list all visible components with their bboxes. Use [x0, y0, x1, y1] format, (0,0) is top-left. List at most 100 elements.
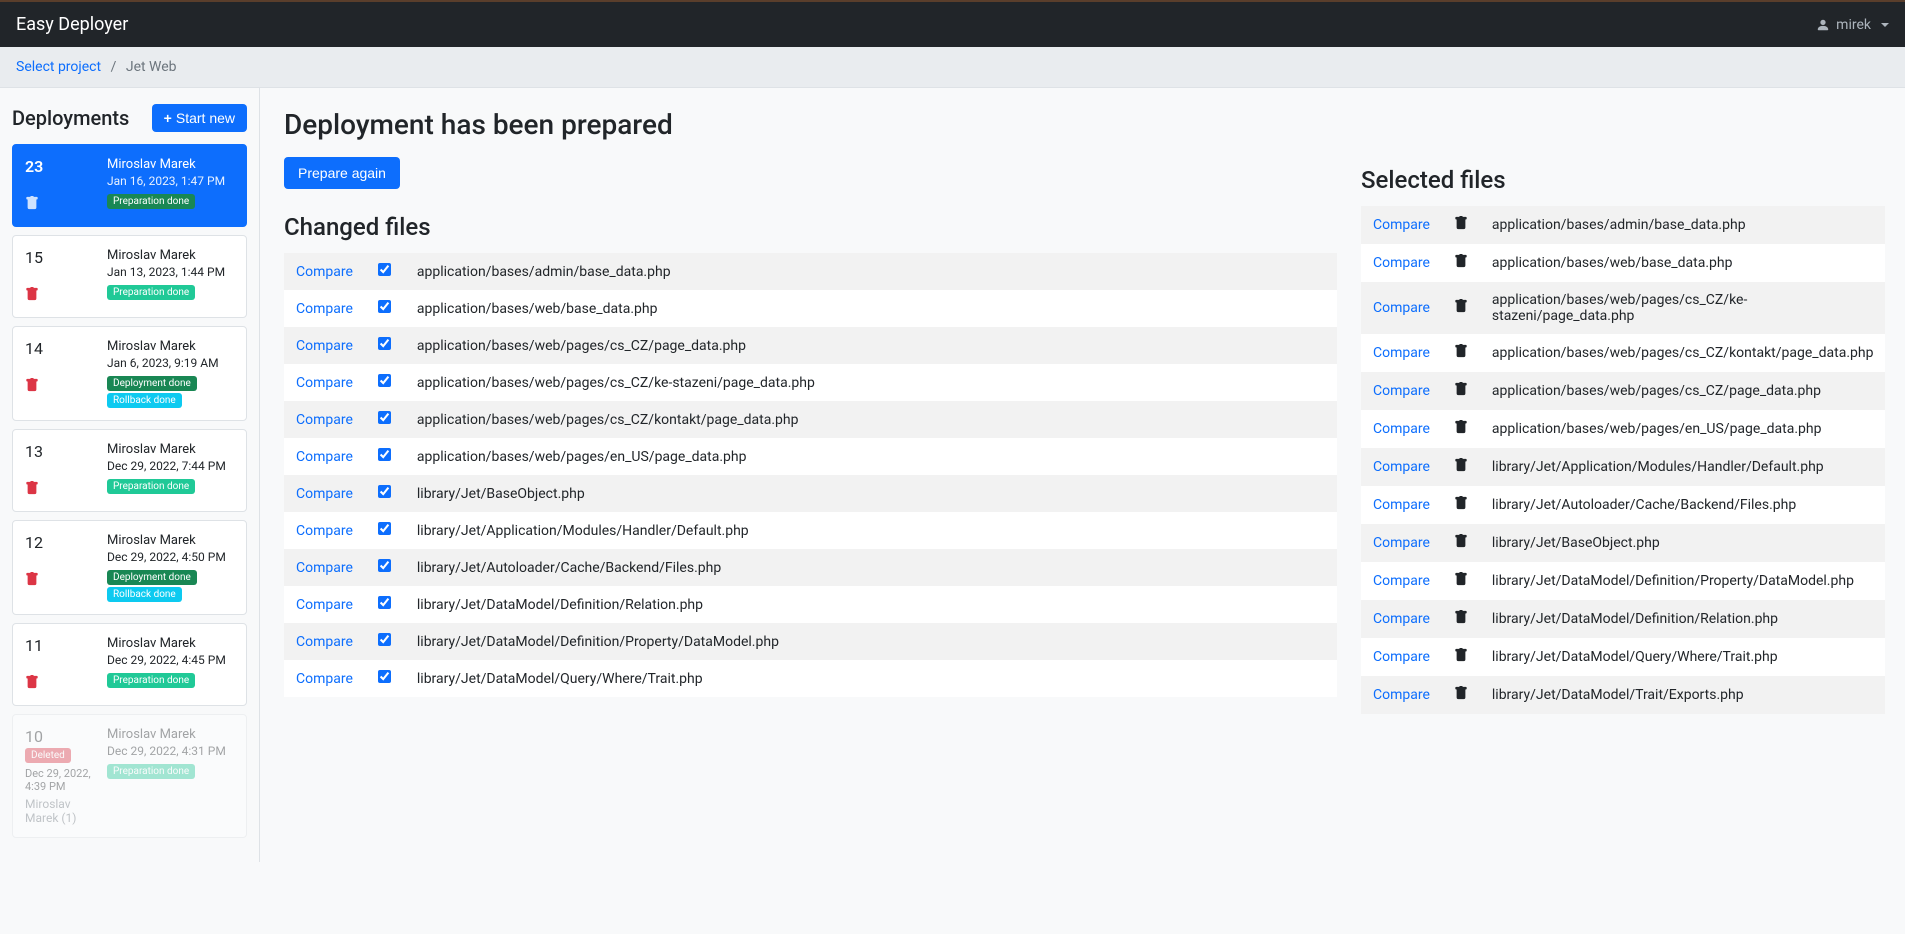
remove-file-button[interactable]	[1454, 216, 1468, 230]
deployment-item[interactable]: 15 Miroslav Marek Jan 13, 2023, 1:44 PM …	[12, 235, 247, 318]
start-new-label: Start new	[176, 110, 235, 126]
file-path: application/bases/web/base_data.php	[1480, 244, 1886, 282]
file-path: library/Jet/DataModel/Query/Where/Trait.…	[405, 660, 1337, 697]
deployment-author: Miroslav Marek	[107, 636, 234, 651]
compare-link[interactable]: Compare	[296, 412, 353, 428]
file-path: library/Jet/DataModel/Definition/Relatio…	[405, 586, 1337, 623]
selected-files-title: Selected files	[1361, 166, 1881, 194]
remove-file-button[interactable]	[1454, 534, 1468, 548]
deployment-author: Miroslav Marek	[107, 157, 234, 172]
deployment-item-faded[interactable]: 10 Deleted Dec 29, 2022, 4:39 PM Mirosla…	[12, 714, 247, 838]
deployment-item[interactable]: 12 Miroslav Marek Dec 29, 2022, 4:50 PM …	[12, 520, 247, 615]
file-checkbox[interactable]	[378, 670, 391, 683]
file-path: library/Jet/Autoloader/Cache/Backend/Fil…	[405, 549, 1337, 586]
file-path: library/Jet/DataModel/Trait/Exports.php	[1480, 676, 1886, 714]
file-path: library/Jet/Application/Modules/Handler/…	[405, 512, 1337, 549]
compare-link[interactable]: Compare	[1373, 383, 1430, 399]
deployment-author: Miroslav Marek	[107, 248, 234, 263]
user-menu[interactable]: mirek	[1816, 17, 1889, 33]
plus-icon: +	[164, 110, 172, 126]
table-row: Compare library/Jet/Autoloader/Cache/Bac…	[284, 549, 1337, 586]
delete-deployment-button[interactable]	[25, 378, 95, 396]
deployment-id: 13	[25, 442, 95, 461]
compare-link[interactable]: Compare	[296, 523, 353, 539]
changed-files-table: Compare application/bases/admin/base_dat…	[284, 253, 1337, 697]
file-checkbox[interactable]	[378, 300, 391, 313]
compare-link[interactable]: Compare	[1373, 459, 1430, 475]
file-checkbox[interactable]	[378, 596, 391, 609]
trash-icon	[25, 675, 39, 689]
app-brand[interactable]: Easy Deployer	[16, 14, 128, 35]
table-row: Compare library/Jet/DataModel/Trait/Expo…	[1361, 676, 1885, 714]
file-checkbox[interactable]	[378, 485, 391, 498]
compare-link[interactable]: Compare	[1373, 535, 1430, 551]
delete-deployment-button[interactable]	[25, 196, 95, 214]
start-new-button[interactable]: + Start new	[152, 104, 247, 132]
file-checkbox[interactable]	[378, 374, 391, 387]
compare-link[interactable]: Compare	[296, 264, 353, 280]
compare-link[interactable]: Compare	[1373, 217, 1430, 233]
compare-link[interactable]: Compare	[296, 634, 353, 650]
deployment-item[interactable]: 13 Miroslav Marek Dec 29, 2022, 7:44 PM …	[12, 429, 247, 512]
table-row: Compare library/Jet/BaseObject.php	[284, 475, 1337, 512]
compare-link[interactable]: Compare	[1373, 687, 1430, 703]
deployment-id: 14	[25, 339, 95, 358]
compare-link[interactable]: Compare	[1373, 421, 1430, 437]
compare-link[interactable]: Compare	[296, 375, 353, 391]
compare-link[interactable]: Compare	[1373, 300, 1430, 316]
file-checkbox[interactable]	[378, 263, 391, 276]
deployment-id: 10	[25, 727, 43, 746]
compare-link[interactable]: Compare	[1373, 649, 1430, 665]
file-checkbox[interactable]	[378, 559, 391, 572]
remove-file-button[interactable]	[1454, 420, 1468, 434]
compare-link[interactable]: Compare	[1373, 573, 1430, 589]
file-checkbox[interactable]	[378, 411, 391, 424]
deployment-date: Jan 16, 2023, 1:47 PM	[107, 174, 234, 188]
file-checkbox[interactable]	[378, 633, 391, 646]
breadcrumb-current: Jet Web	[126, 59, 177, 75]
status-badge: Deployment done	[107, 570, 197, 585]
remove-file-button[interactable]	[1454, 648, 1468, 662]
compare-link[interactable]: Compare	[296, 449, 353, 465]
compare-link[interactable]: Compare	[296, 671, 353, 687]
compare-link[interactable]: Compare	[296, 560, 353, 576]
compare-link[interactable]: Compare	[296, 486, 353, 502]
compare-link[interactable]: Compare	[1373, 497, 1430, 513]
delete-deployment-button[interactable]	[25, 481, 95, 499]
status-badge: Preparation done	[107, 673, 195, 688]
table-row: Compare application/bases/web/base_data.…	[284, 290, 1337, 327]
compare-link[interactable]: Compare	[296, 301, 353, 317]
file-checkbox[interactable]	[378, 337, 391, 350]
delete-deployment-button[interactable]	[25, 675, 95, 693]
delete-deployment-button[interactable]	[25, 572, 95, 590]
compare-link[interactable]: Compare	[1373, 611, 1430, 627]
remove-file-button[interactable]	[1454, 686, 1468, 700]
compare-link[interactable]: Compare	[296, 597, 353, 613]
compare-link[interactable]: Compare	[1373, 345, 1430, 361]
delete-deployment-button[interactable]	[25, 287, 95, 305]
table-row: Compare library/Jet/BaseObject.php	[1361, 524, 1885, 562]
table-row: Compare application/bases/web/pages/cs_C…	[1361, 282, 1885, 334]
breadcrumb-link[interactable]: Select project	[16, 59, 101, 75]
remove-file-button[interactable]	[1454, 572, 1468, 586]
remove-file-button[interactable]	[1454, 254, 1468, 268]
remove-file-button[interactable]	[1454, 458, 1468, 472]
remove-file-button[interactable]	[1454, 610, 1468, 624]
deployment-author: Miroslav Marek	[107, 533, 234, 548]
prepare-again-button[interactable]: Prepare again	[284, 157, 400, 189]
deployment-item[interactable]: 14 Miroslav Marek Jan 6, 2023, 9:19 AM D…	[12, 326, 247, 421]
compare-link[interactable]: Compare	[296, 338, 353, 354]
deployment-item[interactable]: 11 Miroslav Marek Dec 29, 2022, 4:45 PM …	[12, 623, 247, 706]
remove-file-button[interactable]	[1454, 382, 1468, 396]
table-row: Compare application/bases/admin/base_dat…	[1361, 206, 1885, 244]
file-checkbox[interactable]	[378, 448, 391, 461]
deployment-item[interactable]: 23 Miroslav Marek Jan 16, 2023, 1:47 PM …	[12, 144, 247, 227]
status-badge: Preparation done	[107, 194, 195, 209]
remove-file-button[interactable]	[1454, 299, 1468, 313]
file-checkbox[interactable]	[378, 522, 391, 535]
compare-link[interactable]: Compare	[1373, 255, 1430, 271]
remove-file-button[interactable]	[1454, 344, 1468, 358]
table-row: Compare application/bases/web/pages/cs_C…	[284, 364, 1337, 401]
remove-file-button[interactable]	[1454, 496, 1468, 510]
table-row: Compare library/Jet/Application/Modules/…	[1361, 448, 1885, 486]
